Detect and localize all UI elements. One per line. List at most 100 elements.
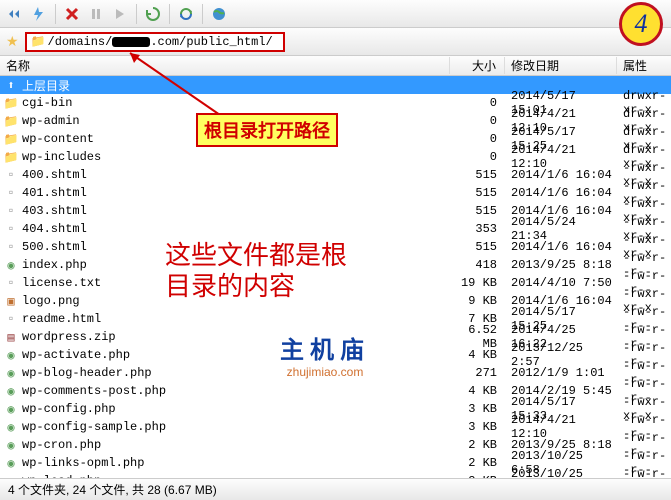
file-row[interactable]: ▫400.shtml5152014/1/6 16:04-rwxr-xr-x [0,166,671,184]
file-icon: ▫ [3,221,19,237]
cancel-button[interactable] [61,3,83,25]
step-badge: 4 [619,2,663,46]
file-name: wp-comments-post.php [22,384,450,398]
separator [169,4,170,24]
flash-button[interactable] [28,3,50,25]
file-size: 418 [450,258,505,272]
file-date: 2014/5/24 21:34 [505,215,617,243]
file-size: 0 [450,150,505,164]
file-size: 0 [450,114,505,128]
php-icon: ◉ [3,257,19,273]
path-suffix: .com/public_html/ [150,35,272,49]
col-attr[interactable]: 属性 [617,57,671,74]
folder-icon: 📁 [3,149,19,165]
file-name: wp-config.php [22,402,450,416]
favorite-icon[interactable]: ★ [6,33,19,50]
file-name: wordpress.zip [22,330,450,344]
address-bar: ★ 📁 /domains/.com/public_html/ [0,28,671,56]
file-icon: ▫ [3,167,19,183]
file-date: 2012/1/9 1:01 [505,366,617,380]
file-row[interactable]: ▫404.shtml3532014/5/24 21:34-rwxr-xr-x [0,220,671,238]
file-size: 6.52 MB [450,323,505,351]
file-date: 2013/9/25 8:18 [505,258,617,272]
play-button[interactable] [109,3,131,25]
file-icon: ▫ [3,185,19,201]
file-name: 401.shtml [22,186,450,200]
file-size: 4 KB [450,348,505,362]
file-date: 2014/1/6 16:04 [505,168,617,182]
image-icon: ▣ [3,293,19,309]
up-icon: ⬆ [3,77,19,93]
file-size: 515 [450,204,505,218]
file-name: wp-includes [22,150,450,164]
php-icon: ◉ [3,401,19,417]
file-name: 404.shtml [22,222,450,236]
separator [202,4,203,24]
file-name: wp-cron.php [22,438,450,452]
file-name: wp-links-opml.php [22,456,450,470]
separator [55,4,56,24]
folder-icon: 📁 [3,95,19,111]
file-size: 353 [450,222,505,236]
file-date: 2014/4/21 12:10 [505,143,617,171]
main-toolbar [0,0,671,28]
separator [136,4,137,24]
path-prefix: /domains/ [48,35,113,49]
file-row[interactable]: 📁wp-includes02014/4/21 12:10drwxr-xr-x [0,148,671,166]
file-icon: ▫ [3,203,19,219]
file-size: 515 [450,168,505,182]
file-name: 403.shtml [22,204,450,218]
content-annotation: 这些文件都是根 目录的内容 [165,240,347,302]
file-size: 19 KB [450,276,505,290]
file-date: 2013/12/25 2:57 [505,341,617,369]
php-icon: ◉ [3,419,19,435]
php-icon: ◉ [3,383,19,399]
col-date[interactable]: 修改日期 [505,57,617,74]
file-size: 2 KB [450,438,505,452]
connect-button[interactable] [4,3,26,25]
file-name: wp-config-sample.php [22,420,450,434]
file-name: wp-activate.php [22,348,450,362]
pause-button[interactable] [85,3,107,25]
globe-button[interactable] [208,3,230,25]
file-date: 2014/1/6 16:04 [505,186,617,200]
file-size: 4 KB [450,384,505,398]
folder-icon: 📁 [3,113,19,129]
file-date: 2013/10/25 6:58 [505,467,617,478]
col-name[interactable]: 名称 [0,57,450,74]
file-size: 0 [450,96,505,110]
file-icon: ▫ [3,239,19,255]
php-icon: ◉ [3,455,19,471]
php-icon: ◉ [3,365,19,381]
status-bar: 4 个文件夹, 24 个文件, 共 28 (6.67 MB) [0,478,671,500]
file-size: 271 [450,366,505,380]
file-name: 400.shtml [22,168,450,182]
zip-icon: ▤ [3,329,19,345]
file-icon: ▫ [3,275,19,291]
path-input[interactable]: 📁 /domains/.com/public_html/ [25,32,285,52]
php-icon: ◉ [3,437,19,453]
file-size: 515 [450,186,505,200]
file-size: 3 KB [450,402,505,416]
file-icon: ▫ [3,311,19,327]
column-headers: 名称 大小 修改日期 属性 [0,56,671,76]
folder-icon: 📁 [3,131,19,147]
refresh-button[interactable] [175,3,197,25]
redacted-domain [112,37,150,47]
file-name: wp-blog-header.php [22,366,450,380]
file-size: 515 [450,240,505,254]
file-name: readme.html [22,312,450,326]
file-size: 2 KB [450,456,505,470]
file-row[interactable]: ▫401.shtml5152014/1/6 16:04-rwxr-xr-x [0,184,671,202]
file-date: 2014/1/6 16:04 [505,240,617,254]
file-row[interactable]: ◉wp-config-sample.php3 KB2014/4/21 12:10… [0,418,671,436]
php-icon: ◉ [3,347,19,363]
file-size: 0 [450,132,505,146]
watermark: 主机庙 zhujimiao.com [280,330,370,379]
file-size: 3 KB [450,420,505,434]
file-date: 2014/4/21 12:10 [505,413,617,441]
col-size[interactable]: 大小 [450,57,505,74]
file-name: cgi-bin [22,96,450,110]
log-button[interactable] [142,3,164,25]
path-annotation: 根目录打开路径 [196,113,338,147]
